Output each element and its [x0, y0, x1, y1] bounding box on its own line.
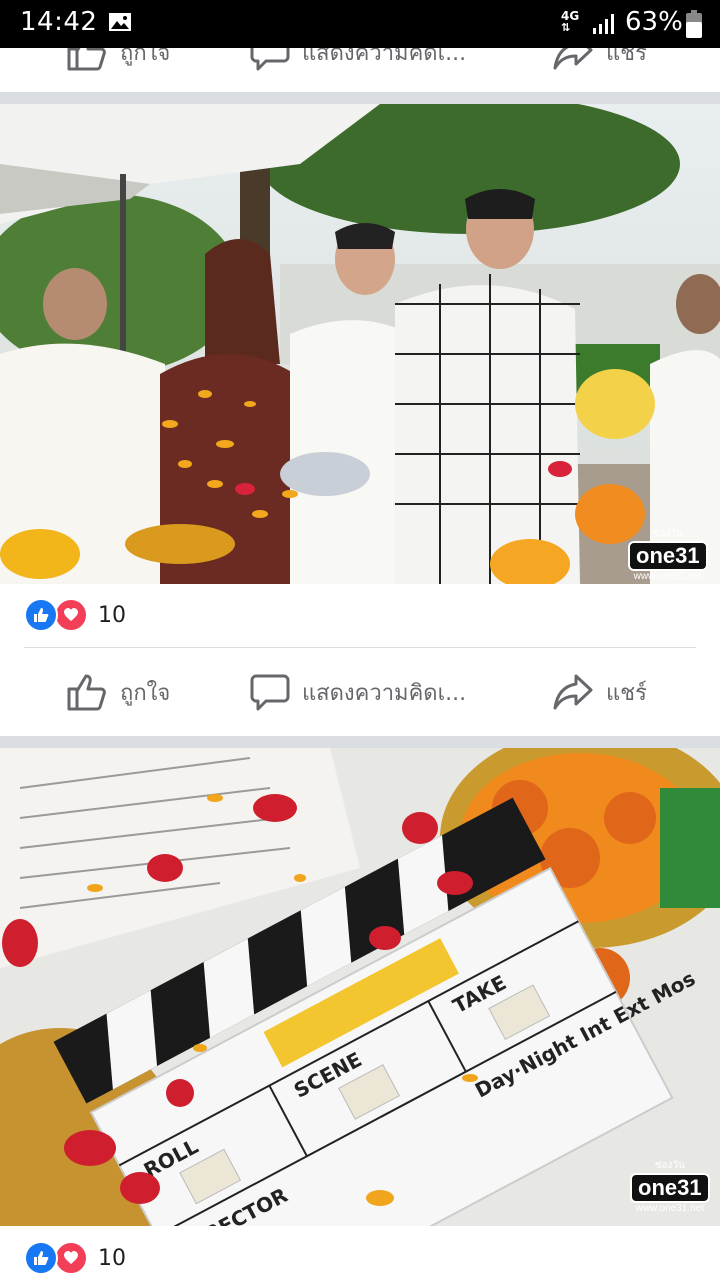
- share-label: แชร์: [606, 680, 647, 706]
- comment-label: แสดงความคิดเ...: [302, 48, 467, 66]
- share-button[interactable]: แชร์: [552, 48, 647, 92]
- post-photo[interactable]: ROLL SCENE TAKE DIRECTOR Day·Night Int E…: [0, 748, 720, 1226]
- network-indicator: 4G ⇅: [561, 10, 579, 34]
- like-reaction-icon: [24, 1241, 58, 1275]
- comment-icon: [250, 48, 290, 71]
- thumbs-up-icon: [67, 674, 106, 711]
- post-photo[interactable]: ช่องวัน one31 www.one31.net: [0, 104, 720, 584]
- comment-button[interactable]: แสดงความคิดเ...: [250, 652, 466, 732]
- signal-icon: [593, 14, 614, 34]
- post-card: ช่องวัน one31 www.one31.net 10 ถูกใจ แสด…: [0, 104, 720, 736]
- share-icon: [553, 674, 593, 710]
- reaction-summary[interactable]: 10: [24, 1241, 126, 1275]
- share-button[interactable]: แชร์: [552, 652, 647, 732]
- channel-watermark: ช่องวัน one31 www.one31.net: [628, 526, 708, 582]
- watermark-logo: one31: [628, 541, 708, 571]
- reaction-count: 10: [98, 1245, 126, 1271]
- channel-watermark: ช่องวัน one31 www.one31.net: [630, 1158, 710, 1214]
- like-button[interactable]: ถูกใจ: [66, 48, 170, 92]
- battery-percent: 63%: [625, 7, 683, 37]
- status-time: 14:42: [20, 7, 98, 37]
- watermark-url: www.one31.net: [633, 571, 702, 582]
- like-button[interactable]: ถูกใจ: [66, 652, 170, 732]
- comment-button[interactable]: แสดงความคิดเ...: [250, 48, 466, 92]
- comment-icon: [250, 674, 290, 711]
- post-card: ROLL SCENE TAKE DIRECTOR Day·Night Int E…: [0, 748, 720, 1280]
- love-reaction-icon: [54, 1241, 88, 1275]
- share-icon: [553, 48, 593, 70]
- gallery-notification-icon: [109, 13, 131, 31]
- clapperboard-photo: ROLL SCENE TAKE DIRECTOR Day·Night Int E…: [0, 748, 720, 1226]
- thumbs-up-icon: [67, 48, 106, 71]
- comment-label: แสดงความคิดเ...: [302, 680, 467, 706]
- post-actions: ถูกใจ แสดงความคิดเ... แชร์: [0, 48, 720, 92]
- battery-icon: [686, 10, 702, 38]
- ceremony-photo: [0, 104, 720, 584]
- reaction-count: 10: [98, 602, 126, 628]
- share-label: แชร์: [606, 48, 647, 66]
- post-card-previous: ถูกใจ แสดงความคิดเ... แชร์: [0, 48, 720, 92]
- divider: [24, 647, 696, 648]
- like-label: ถูกใจ: [120, 680, 171, 706]
- reaction-summary[interactable]: 10: [24, 598, 126, 632]
- like-reaction-icon: [24, 598, 58, 632]
- status-bar: 14:42 4G ⇅ 63%: [0, 0, 720, 48]
- watermark-logo: one31: [630, 1173, 710, 1203]
- love-reaction-icon: [54, 598, 88, 632]
- data-arrows-icon: ⇅: [561, 21, 571, 34]
- watermark-channel: ช่องวัน: [652, 528, 683, 539]
- like-label: ถูกใจ: [120, 48, 171, 66]
- watermark-url: www.one31.net: [635, 1203, 704, 1214]
- watermark-channel: ช่องวัน: [654, 1160, 685, 1171]
- post-actions: ถูกใจ แสดงความคิดเ... แชร์: [0, 652, 720, 732]
